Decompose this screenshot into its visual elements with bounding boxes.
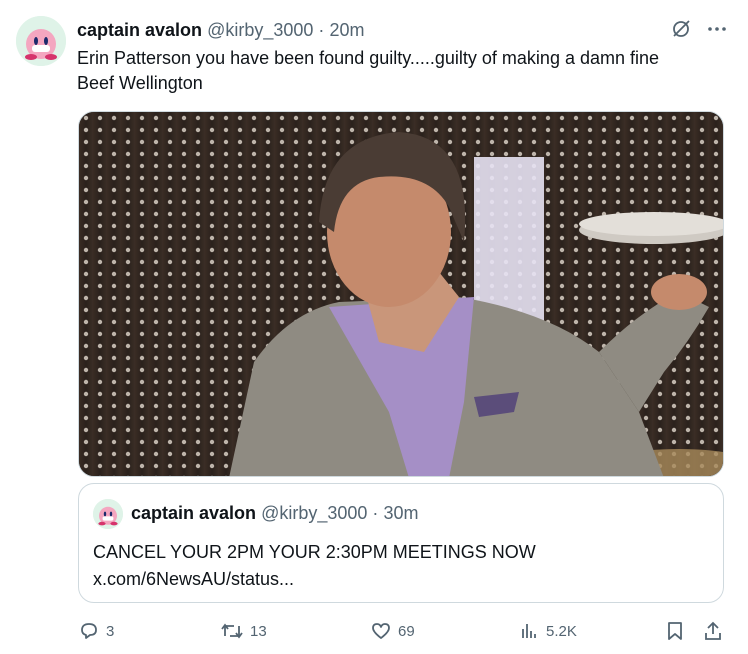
bookmark-button[interactable] [664, 620, 686, 642]
kirby-avatar-image [16, 16, 66, 66]
quoted-header: captain avalon @kirby_3000 · 30m [131, 503, 418, 524]
grok-slash-icon[interactable] [670, 18, 692, 45]
heart-icon [370, 620, 392, 642]
separator-dot: · [318, 20, 325, 40]
reply-button[interactable]: 3 [78, 620, 114, 642]
tweet-text-line: Beef Wellington [77, 73, 203, 93]
share-icon [702, 620, 724, 642]
avatar[interactable] [93, 499, 123, 529]
repost-icon [220, 620, 244, 642]
timestamp[interactable]: 30m [383, 503, 418, 523]
display-name[interactable]: captain avalon [77, 20, 202, 40]
timestamp[interactable]: 20m [329, 20, 364, 40]
tweet-actions-bar: 3 13 69 5.2K [78, 620, 728, 644]
tweet-media-image[interactable] [78, 111, 724, 477]
repost-count: 13 [250, 622, 267, 640]
tweet-card[interactable]: captain avalon @kirby_3000 · 20m Erin Pa… [0, 0, 748, 654]
quoted-text-line: CANCEL YOUR 2PM YOUR 2:30PM MEETINGS NOW [93, 542, 536, 562]
reply-icon [78, 620, 100, 642]
user-handle[interactable]: @kirby_3000 [207, 20, 313, 40]
kirby-avatar-image [93, 499, 123, 529]
views-count: 5.2K [546, 622, 577, 640]
user-handle[interactable]: @kirby_3000 [261, 503, 367, 523]
tweet-text: Erin Patterson you have been found guilt… [77, 46, 717, 96]
reply-count: 3 [106, 622, 115, 640]
media-photo [79, 112, 723, 476]
quoted-link[interactable]: x.com/6NewsAU/status... [93, 566, 536, 593]
repost-button[interactable]: 13 [220, 620, 267, 642]
like-count: 69 [398, 622, 415, 640]
tweet-header: captain avalon @kirby_3000 · 20m [77, 20, 364, 41]
share-button[interactable] [702, 620, 724, 642]
more-dots-icon[interactable] [706, 18, 728, 45]
bookmark-icon [664, 620, 686, 642]
separator-dot: · [372, 503, 379, 523]
quoted-tweet[interactable]: captain avalon @kirby_3000 · 30m CANCEL … [78, 483, 724, 603]
display-name[interactable]: captain avalon [131, 503, 256, 523]
views-bar-icon [518, 620, 540, 642]
views-button[interactable]: 5.2K [518, 620, 577, 642]
header-actions [670, 18, 728, 45]
tweet-text-line: Erin Patterson you have been found guilt… [77, 48, 660, 68]
like-button[interactable]: 69 [370, 620, 415, 642]
quoted-text: CANCEL YOUR 2PM YOUR 2:30PM MEETINGS NOW… [93, 539, 536, 593]
avatar[interactable] [16, 16, 66, 66]
